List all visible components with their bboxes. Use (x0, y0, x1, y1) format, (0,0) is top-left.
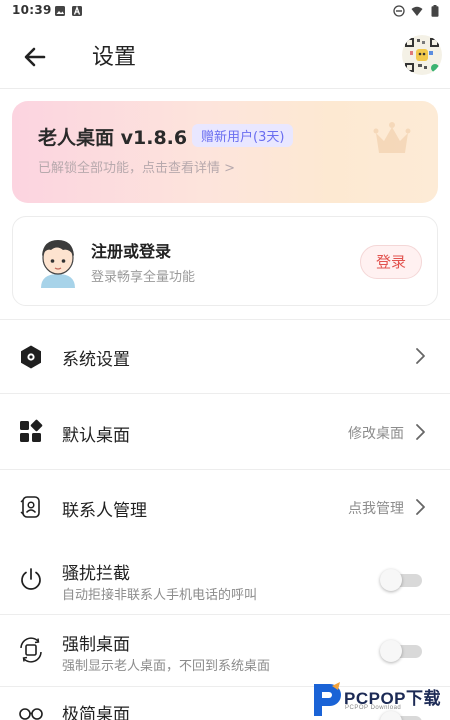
trial-badge: 赠新用户(3天) (192, 124, 294, 147)
row-value: 点我管理 (348, 501, 404, 517)
app-notification-icon (72, 5, 82, 16)
login-subtitle: 登录畅享全量功能 (91, 270, 196, 285)
row-label: 系统设置 (62, 350, 130, 370)
status-bar: 10:39 (0, 0, 450, 22)
chevron-right-icon (416, 499, 425, 515)
row-value: 修改桌面 (348, 426, 404, 442)
glasses-icon (19, 708, 43, 720)
power-icon (21, 568, 41, 590)
hexagon-gear-icon (21, 345, 41, 369)
settings-row-harassment-block: 骚扰拦截 自动拒接非联系人手机电话的呼叫 (0, 545, 450, 613)
pcpop-logo-icon (314, 682, 341, 716)
settings-row-contacts[interactable]: 联系人管理 点我管理 (0, 470, 450, 542)
row-label: 默认桌面 (62, 426, 130, 446)
user-avatar-icon (41, 240, 75, 288)
wifi-icon (411, 6, 423, 16)
battery-icon (431, 5, 439, 17)
user-avatar[interactable] (402, 35, 442, 75)
contact-sync-icon (20, 496, 40, 518)
login-card[interactable]: 注册或登录 登录畅享全量功能 登录 (12, 216, 438, 306)
app-version-title: 老人桌面 v1.8.6 (38, 127, 188, 149)
row-label: 骚扰拦截 (62, 564, 130, 584)
apps-grid-icon (20, 419, 43, 442)
settings-row-system[interactable]: 系统设置 (0, 320, 450, 392)
settings-row-force-launcher: 强制桌面 强制显示老人桌面，不回到系统桌面 (0, 615, 450, 685)
page-title: 设置 (92, 45, 137, 70)
image-notification-icon (55, 6, 65, 16)
settings-row-default-launcher[interactable]: 默认桌面 修改桌面 (0, 394, 450, 469)
dnd-icon (393, 5, 405, 17)
row-label: 极简桌面 (62, 705, 130, 720)
vip-details-link[interactable]: 已解锁全部功能，点击查看详情 > (38, 157, 235, 176)
row-subtitle: 自动拒接非联系人手机电话的呼叫 (62, 588, 258, 603)
login-button[interactable]: 登录 (360, 245, 422, 279)
watermark-sub: PCPOP Download (345, 705, 402, 711)
status-time: 10:39 (12, 3, 52, 17)
screen-rotate-icon (20, 637, 42, 663)
vip-card[interactable]: 老人桌面 v1.8.6 赠新用户(3天) 已解锁全部功能，点击查看详情 > (12, 101, 438, 203)
chevron-right-icon (416, 424, 425, 440)
row-label: 联系人管理 (62, 501, 147, 521)
force-launcher-toggle[interactable] (380, 640, 422, 662)
crown-icon (373, 122, 411, 153)
chevron-right-icon (416, 348, 425, 364)
harassment-block-toggle[interactable] (380, 569, 422, 591)
login-title: 注册或登录 (91, 242, 172, 261)
row-subtitle: 强制显示老人桌面，不回到系统桌面 (62, 659, 271, 674)
app-bar: 设置 (0, 22, 450, 89)
pcpop-watermark: PCPOP下载 PCPOP Download (308, 678, 450, 720)
back-arrow-icon[interactable] (20, 42, 50, 72)
row-label: 强制桌面 (62, 635, 130, 655)
